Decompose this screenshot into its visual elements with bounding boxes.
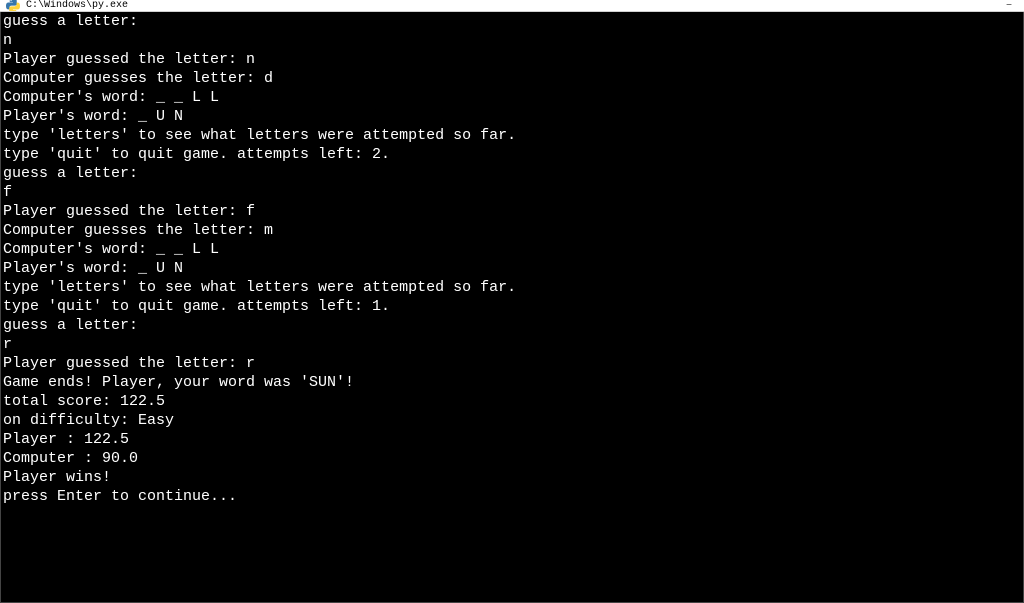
terminal-line: Game ends! Player, your word was 'SUN'! [3, 373, 1021, 392]
terminal-line: f [3, 183, 1021, 202]
terminal-line: Computer guesses the letter: m [3, 221, 1021, 240]
minimize-button[interactable]: ─ [1000, 1, 1018, 11]
terminal-line: type 'quit' to quit game. attempts left:… [3, 297, 1021, 316]
terminal-line: r [3, 335, 1021, 354]
terminal-line: Player wins! [3, 468, 1021, 487]
terminal-line: Player guessed the letter: n [3, 50, 1021, 69]
terminal-line: Player's word: _ U N [3, 259, 1021, 278]
terminal-line: press Enter to continue... [3, 487, 1021, 506]
terminal-line: Player guessed the letter: r [3, 354, 1021, 373]
terminal-line: guess a letter: [3, 12, 1021, 31]
terminal-line: type 'quit' to quit game. attempts left:… [3, 145, 1021, 164]
terminal-line: n [3, 31, 1021, 50]
terminal-line: Player's word: _ U N [3, 107, 1021, 126]
terminal-output[interactable]: guess a letter:nPlayer guessed the lette… [0, 12, 1024, 603]
terminal-line: Computer's word: _ _ L L [3, 88, 1021, 107]
terminal-line: Computer guesses the letter: d [3, 69, 1021, 88]
python-icon [6, 0, 20, 12]
titlebar-controls: ─ [1000, 1, 1018, 11]
terminal-line: guess a letter: [3, 164, 1021, 183]
titlebar[interactable]: C:\Windows\py.exe ─ [0, 0, 1024, 12]
titlebar-text: C:\Windows\py.exe [26, 0, 1000, 11]
terminal-line: type 'letters' to see what letters were … [3, 278, 1021, 297]
terminal-line: on difficulty: Easy [3, 411, 1021, 430]
terminal-line: total score: 122.5 [3, 392, 1021, 411]
terminal-line: guess a letter: [3, 316, 1021, 335]
console-window: C:\Windows\py.exe ─ guess a letter:nPlay… [0, 0, 1024, 603]
terminal-line: Player : 122.5 [3, 430, 1021, 449]
terminal-line: type 'letters' to see what letters were … [3, 126, 1021, 145]
terminal-line: Computer : 90.0 [3, 449, 1021, 468]
terminal-line: Computer's word: _ _ L L [3, 240, 1021, 259]
terminal-line: Player guessed the letter: f [3, 202, 1021, 221]
